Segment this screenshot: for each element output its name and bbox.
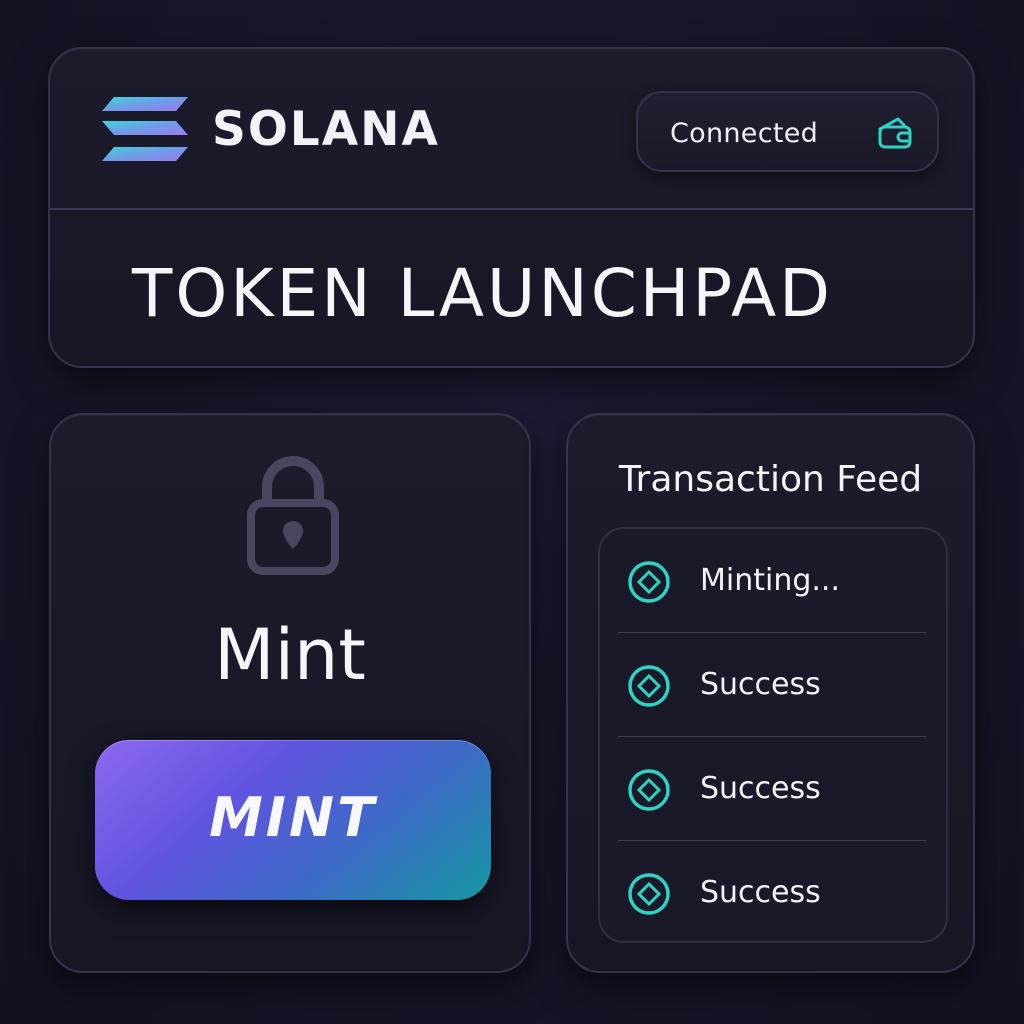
page: SOLANA Connected TOKEN LAUNCHPAD Mint MI…	[0, 0, 1024, 1024]
wallet-icon	[878, 117, 912, 149]
page-title: TOKEN LAUNCHPAD	[132, 255, 833, 332]
lock-icon	[247, 456, 339, 575]
mint-button-label: MINT	[209, 786, 377, 849]
feed-item: Success	[600, 737, 946, 841]
feed-title: Transaction Feed	[618, 459, 923, 500]
feed-item: Success	[600, 633, 946, 737]
wallet-connection-button[interactable]: Connected	[636, 91, 939, 172]
mint-heading: Mint	[214, 614, 366, 696]
transaction-feed-panel: Transaction Feed Minting... Success Succ…	[566, 413, 975, 973]
diamond-circle-icon	[628, 873, 670, 915]
mint-button[interactable]: MINT	[95, 740, 491, 900]
brand-name: SOLANA	[212, 102, 440, 157]
feed-item-label: Success	[700, 771, 821, 806]
feed-item-label: Success	[700, 667, 821, 702]
wallet-status-label: Connected	[670, 118, 819, 149]
feed-item-label: Minting...	[700, 563, 840, 598]
header-divider	[50, 208, 973, 210]
header-card: SOLANA Connected TOKEN LAUNCHPAD	[48, 47, 975, 368]
feed-item-label: Success	[700, 875, 821, 910]
feed-item: Success	[600, 841, 946, 945]
diamond-circle-icon	[628, 665, 670, 707]
transaction-feed-list[interactable]: Minting... Success Success Success	[598, 527, 948, 943]
diamond-circle-icon	[628, 769, 670, 811]
diamond-circle-icon	[628, 561, 670, 603]
mint-panel: Mint MINT	[49, 413, 531, 973]
feed-item: Minting...	[600, 529, 946, 633]
solana-logo-icon	[102, 97, 188, 161]
